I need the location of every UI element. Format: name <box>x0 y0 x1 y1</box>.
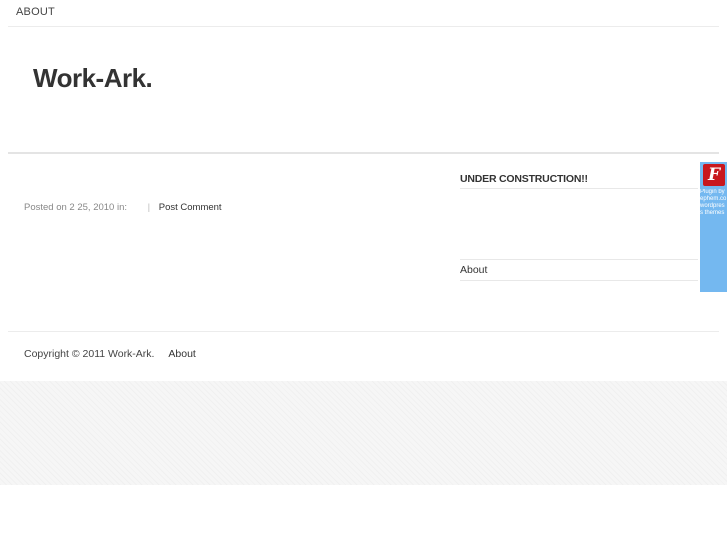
footer: Copyright © 2011 Work-Ark. About <box>24 348 196 360</box>
nav-divider <box>8 26 719 27</box>
post-meta-separator: | <box>147 202 151 213</box>
post-comment-link[interactable]: Post Comment <box>159 202 222 213</box>
top-navigation: ABOUT <box>0 0 727 26</box>
widget-title: UNDER CONSTRUCTION!! <box>460 173 588 185</box>
header-divider <box>8 152 719 154</box>
widget-body <box>460 189 698 259</box>
nav-about-link[interactable]: ABOUT <box>16 6 55 18</box>
background-pattern <box>0 381 727 485</box>
post-meta: Posted on 2 25, 2010 in: | Post Comment <box>24 202 222 213</box>
flash-icon: F <box>703 164 725 186</box>
footer-copyright: Copyright © 2011 Work-Ark. <box>24 348 155 360</box>
sidebar-divider-bottom <box>460 280 698 281</box>
post-meta-date: Posted on 2 25, 2010 in: <box>24 202 127 213</box>
sidebar: UNDER CONSTRUCTION!! About <box>460 166 698 281</box>
site-title[interactable]: Work-Ark. <box>33 63 153 94</box>
sidebar-about-link[interactable]: About <box>460 260 698 280</box>
footer-about-link[interactable]: About <box>168 348 195 360</box>
footer-divider <box>8 331 719 332</box>
flash-badge-text[interactable]: Plugin by ephem.co wordpress themes <box>700 189 727 217</box>
flash-plugin-badge[interactable]: F Plugin by ephem.co wordpress themes <box>700 162 727 292</box>
